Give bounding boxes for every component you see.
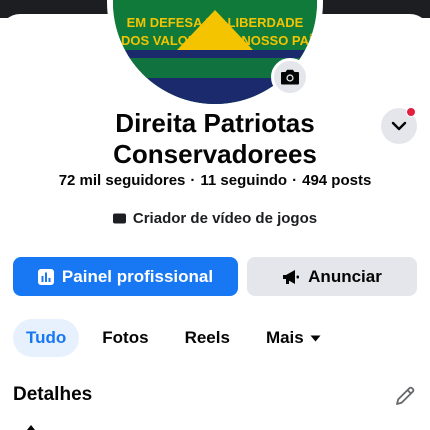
tab-more[interactable]: Mais (253, 319, 334, 357)
video-camera-icon (112, 213, 126, 224)
profile-name-line2: Conservadorees (113, 139, 317, 169)
stats-separator: · (190, 172, 196, 189)
detail-item-icon (27, 425, 35, 430)
following-count[interactable]: 11 seguindo (200, 172, 287, 189)
details-heading: Detalhes (13, 384, 93, 405)
advertise-label: Anunciar (308, 266, 382, 286)
tab-reels[interactable]: Reels (172, 319, 243, 357)
avatar-banner-line1: EM DEFESA DA LIBERDADE (127, 15, 304, 30)
tab-all[interactable]: Tudo (13, 319, 80, 357)
camera-icon (281, 69, 299, 85)
tab-photos[interactable]: Fotos (89, 319, 161, 357)
change-photo-button[interactable] (271, 58, 309, 96)
avatar-banner-line2: E DOS VALORES DO NOSSO PAÍS (113, 33, 317, 48)
pencil-icon[interactable] (394, 385, 416, 407)
professional-dashboard-label: Painel profissional (61, 266, 214, 286)
chevron-down-icon (391, 121, 407, 131)
profile-name-line1: Direita Patriotas (115, 108, 315, 138)
tab-photos-label: Fotos (102, 328, 149, 347)
caret-down-icon (310, 335, 321, 341)
profile-stats: 72 mil seguidores · 11 seguindo · 494 posts (0, 172, 430, 189)
tab-reels-label: Reels (184, 328, 230, 347)
profile-category: Criador de vídeo de jogos (0, 210, 430, 227)
category-label: Criador de vídeo de jogos (132, 210, 318, 227)
profile-tabs: Tudo Fotos Reels Mais (13, 319, 344, 357)
tab-all-label: Tudo (26, 328, 67, 347)
stats-separator: · (292, 172, 298, 189)
tab-more-label: Mais (265, 328, 304, 347)
notification-dot (406, 107, 416, 117)
megaphone-icon (283, 269, 300, 284)
bar-chart-icon (37, 268, 54, 285)
professional-dashboard-button[interactable]: Painel profissional (13, 257, 238, 296)
advertise-button[interactable]: Anunciar (247, 257, 417, 296)
posts-count[interactable]: 494 posts (302, 172, 371, 189)
followers-count[interactable]: 72 mil seguidores (59, 172, 186, 189)
